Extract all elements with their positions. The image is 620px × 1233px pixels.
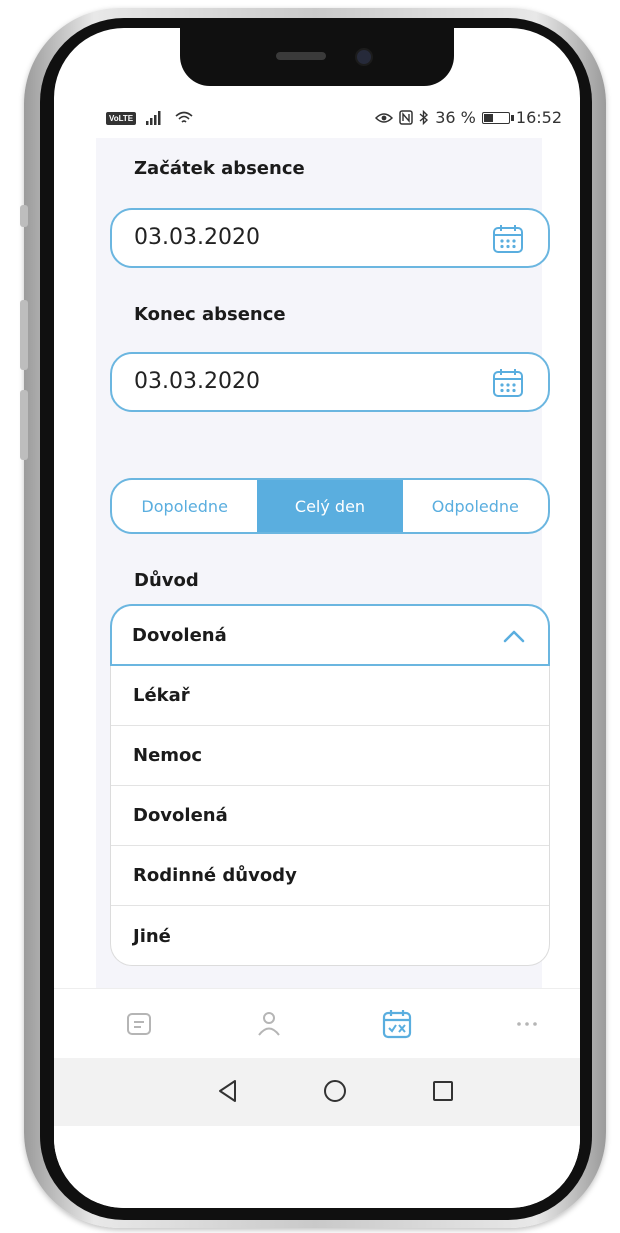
- start-date-label: Začátek absence: [134, 158, 305, 179]
- side-button: [20, 390, 28, 460]
- bottom-navigation: [54, 988, 580, 1059]
- bluetooth-icon: [419, 110, 429, 125]
- end-date-value: 03.03.2020: [134, 369, 260, 394]
- wifi-icon: [175, 111, 193, 123]
- volte-badge: VoLTE: [106, 111, 137, 125]
- profile-icon[interactable]: [252, 1007, 286, 1041]
- reason-option[interactable]: Dovolená: [111, 786, 549, 846]
- more-icon[interactable]: [510, 1007, 544, 1041]
- start-date-value: 03.03.2020: [134, 225, 260, 250]
- start-date-field[interactable]: 03.03.2020: [110, 208, 550, 268]
- speaker-grille: [276, 52, 326, 60]
- phone-screen: VoLTE 36 % 16:52 Začátek absence 03.03.2…: [54, 28, 580, 1208]
- side-button: [20, 300, 28, 370]
- notch: [180, 28, 454, 86]
- system-nav-band: [54, 1058, 580, 1126]
- eye-icon: [375, 112, 394, 123]
- end-date-field[interactable]: 03.03.2020: [110, 352, 550, 412]
- calendar-icon[interactable]: [492, 368, 524, 398]
- battery-fill: [483, 113, 493, 122]
- absence-form: Začátek absence 03.03.2020 Konec absence…: [96, 138, 550, 988]
- day-part-option[interactable]: Celý den: [257, 480, 403, 532]
- day-part-selector: Dopoledne Celý den Odpoledne: [110, 478, 550, 534]
- day-part-option[interactable]: Odpoledne: [403, 480, 548, 532]
- end-date-label: Konec absence: [134, 304, 286, 325]
- signal-icon: [146, 111, 161, 125]
- battery-icon: [481, 111, 514, 124]
- reason-option[interactable]: Rodinné důvody: [111, 846, 549, 906]
- reason-option[interactable]: Lékař: [111, 666, 549, 726]
- reason-dropdown[interactable]: Dovolená: [110, 604, 550, 666]
- system-navigation: [54, 1058, 580, 1208]
- side-button: [20, 205, 28, 227]
- reason-label: Důvod: [134, 570, 199, 591]
- day-part-option[interactable]: Dopoledne: [112, 480, 257, 532]
- back-icon[interactable]: [211, 1074, 245, 1108]
- battery-cap: [510, 114, 514, 121]
- reason-option[interactable]: Jiné: [111, 906, 549, 965]
- battery-percent: 36 %: [435, 108, 476, 127]
- reason-selected-value: Dovolená: [132, 625, 227, 646]
- clock: 16:52: [515, 108, 562, 127]
- front-camera: [355, 48, 373, 66]
- calendar-icon[interactable]: [492, 224, 524, 254]
- calendar-absence-icon[interactable]: [380, 1007, 414, 1041]
- home-icon[interactable]: [318, 1074, 352, 1108]
- nfc-icon: [399, 110, 413, 125]
- list-icon[interactable]: [122, 1007, 156, 1041]
- status-bar: VoLTE 36 % 16:52: [54, 104, 580, 136]
- reason-option[interactable]: Nemoc: [111, 726, 549, 786]
- recents-icon[interactable]: [426, 1074, 460, 1108]
- chevron-up-icon[interactable]: [502, 628, 526, 644]
- reason-options-list: Lékař Nemoc Dovolená Rodinné důvody Jiné: [110, 666, 550, 966]
